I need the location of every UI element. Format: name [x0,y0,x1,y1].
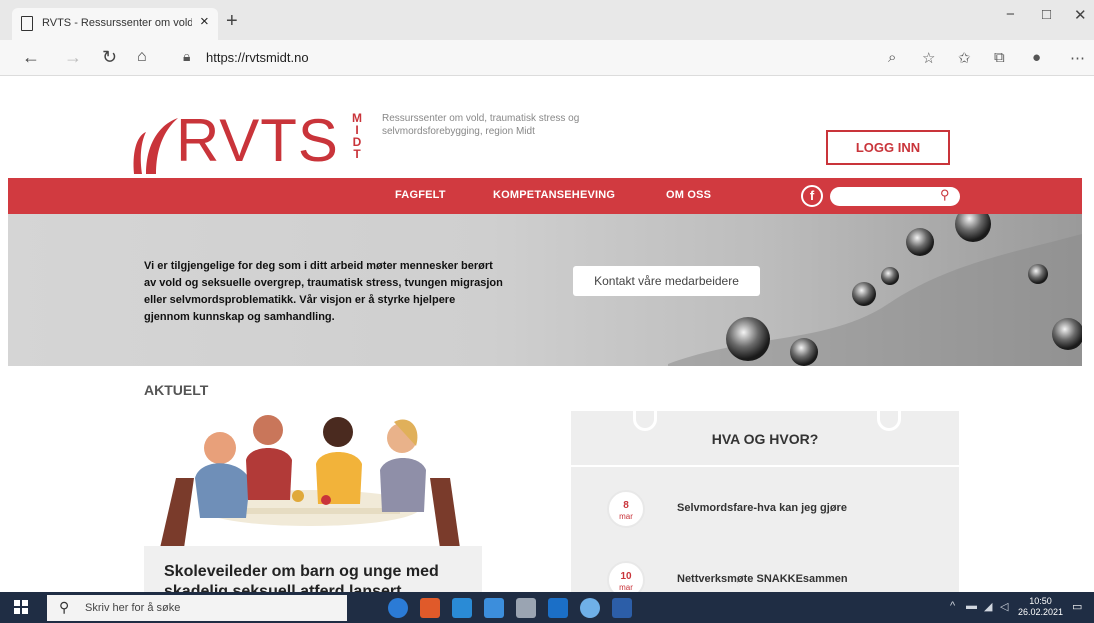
news-article-title[interactable]: Skoleveileder om barn og unge med skadel… [164,562,464,592]
event-title[interactable]: Selvmordsfare-hva kan jeg gjøre [677,502,847,514]
wifi-icon[interactable]: ◢ [984,600,992,613]
leaf-logo-icon [133,118,178,174]
close-window-button[interactable]: ✕ [1074,6,1087,24]
minimize-button[interactable]: − [1006,6,1015,23]
news-card[interactable]: Skoleveileder om barn og unge med skadel… [144,546,482,592]
close-tab-button[interactable]: × [200,13,209,30]
internet-explorer-icon[interactable] [452,598,472,618]
tagline: Ressurssenter om vold, traumatisk stress… [382,113,580,137]
favorites-icon[interactable]: ✩ [958,49,971,67]
hero-text: Vi er tilgjengelige for deg som i ditt a… [144,260,503,323]
windows-taskbar: ⚲ Skriv her for å søke ^ ▬ ◢ ◁ 10:50 26.… [0,592,1094,623]
facebook-icon[interactable]: f [801,185,823,207]
events-title: HVA OG HVOR? [711,431,819,447]
login-button[interactable]: LOGG INN [826,130,950,165]
news-illustration[interactable] [150,408,470,548]
app-icon[interactable] [612,598,632,618]
app-icon[interactable] [420,598,440,618]
contact-staff-button[interactable]: Kontakt våre medarbeidere [573,266,760,296]
nav-item-om-oss[interactable]: OM OSS [666,189,711,201]
network-icon[interactable]: ▬ [966,600,977,612]
refresh-icon[interactable]: ↻ [102,47,117,68]
event-date-badge: 8 mar [607,490,645,528]
logo-text: RVTS [176,107,339,174]
edge-icon[interactable] [388,598,408,618]
site-logo[interactable]: RVTS M I D T [120,104,380,178]
more-icon[interactable]: ⋯ [1070,49,1085,67]
main-nav: FAGFELT KOMPETANSEHEVING OM OSS f ⚲ [8,178,1082,214]
browser-tabstrip: RVTS - Ressurssenter om vold, t × + − □ … [0,0,1094,40]
printer-icon[interactable] [516,598,536,618]
logo-sub: M I D T [352,111,362,161]
events-header: HVA OG HVOR? [571,411,959,467]
taskbar-clock[interactable]: 10:50 26.02.2021 [1018,596,1063,618]
event-day: 10 [620,571,632,582]
address-input[interactable]: https://rvtsmidt.no [206,50,309,65]
reading-mode-icon[interactable]: ☆ [922,49,935,67]
tab-title: RVTS - Ressurssenter om vold, t [42,17,192,29]
event-item[interactable]: 8 mar Selvmordsfare-hva kan jeg gjøre [607,490,937,530]
browser-tab[interactable]: RVTS - Ressurssenter om vold, t × [12,8,218,40]
chat-icon[interactable] [580,598,600,618]
event-day: 8 [623,500,629,511]
windows-start-icon[interactable] [14,600,28,614]
event-month: mar [619,512,633,521]
search-page-icon[interactable]: ⌕ [888,49,896,66]
events-panel: HVA OG HVOR? 8 mar Selvmordsfare-hva kan… [571,391,959,599]
forward-icon[interactable]: → [64,47,82,68]
back-icon[interactable]: ← [22,47,40,68]
notifications-icon[interactable]: ▭ [1072,600,1082,613]
lock-icon[interactable]: 🔒︎ [183,48,190,65]
chevron-up-icon[interactable]: ^ [950,600,955,612]
browser-toolbar: ← → ↻ ⌂ 🔒︎ https://rvtsmidt.no ⌕ ☆ ✩ ⧉ ●… [0,40,1094,76]
event-title[interactable]: Nettverksmøte SNAKKEsammen [677,573,848,585]
nav-item-fagfelt[interactable]: FAGFELT [395,189,446,201]
home-icon[interactable]: ⌂ [137,48,147,66]
new-tab-button[interactable]: + [226,10,238,33]
outlook-icon[interactable] [548,598,568,618]
profile-icon[interactable]: ● [1032,49,1041,66]
search-icon: ⚲ [59,599,70,615]
file-explorer-icon[interactable] [484,598,504,618]
collections-icon[interactable]: ⧉ [994,49,1005,66]
hero-banner: Vi er tilgjengelige for deg som i ditt a… [8,214,1082,366]
page-icon [21,16,33,31]
news-section-title: AKTUELT [144,382,209,398]
volume-icon[interactable]: ◁ [1000,600,1008,613]
restore-button[interactable]: □ [1042,6,1051,23]
taskbar-search[interactable]: ⚲ Skriv her for å søke [47,595,347,621]
taskbar-search-text: Skriv her for å søke [85,602,181,614]
search-icon[interactable]: ⚲ [940,187,950,203]
nav-item-kompetanseheving[interactable]: KOMPETANSEHEVING [493,189,615,201]
clock-date: 26.02.2021 [1018,607,1064,617]
clock-time: 10:50 [1029,596,1052,606]
